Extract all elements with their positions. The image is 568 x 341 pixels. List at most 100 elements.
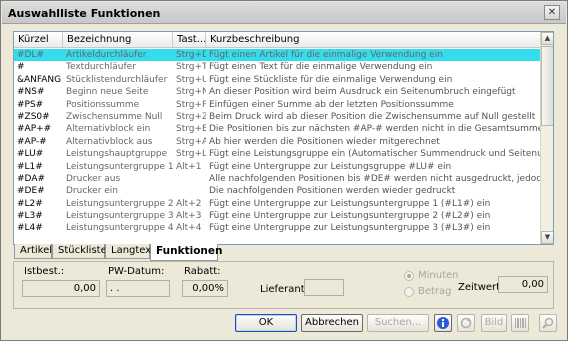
cell-bezeichnung: Leistungsuntergruppe 3	[66, 211, 173, 222]
cell-bezeichnung: Alternativblock ein	[66, 124, 151, 135]
cell-bezeichnung: Positionssumme	[66, 99, 140, 110]
info-panel: Istbest.: 0,00 PW-Datum: . . Rabatt: 0,0…	[13, 261, 554, 309]
rabatt-field: 0,00%	[182, 280, 228, 297]
column-header-kurzbeschreibung[interactable]: Kurzbeschreibung	[206, 32, 541, 48]
scroll-down-button[interactable]: ▼	[541, 231, 553, 244]
grid-header: Kürzel Bezeichnung Tast... Kurzbeschreib…	[14, 32, 541, 48]
tab-funktionen[interactable]: Funktionen	[150, 244, 223, 261]
suchen-button[interactable]: Suchen...	[367, 314, 429, 332]
column-header-taste[interactable]: Tast...	[173, 32, 206, 48]
istbest-field: 0,00	[22, 280, 100, 297]
close-button[interactable]: ✕	[544, 5, 560, 20]
close-icon: ✕	[547, 7, 557, 18]
cell-kurzbeschreibung: Beim Druck wird ab dieser Position die Z…	[209, 111, 536, 122]
zeitwert-field: 0,00	[498, 276, 548, 293]
bild-button[interactable]: Bild	[481, 314, 507, 332]
radio-betrag[interactable]: Betrag	[404, 285, 462, 299]
cell-kuerzel: #AP-#	[17, 136, 47, 147]
cell-taste: Alt+1	[176, 161, 202, 172]
table-row[interactable]: # Textdurchläufer Strg+T Fügt einen Text fü…	[14, 61, 541, 73]
radio-minuten-label: Minuten	[418, 270, 459, 281]
table-row[interactable]: &ANFANG Stücklistendurchläufer Strg+U Fügt …	[14, 74, 541, 86]
abbrechen-button[interactable]: Abbrechen	[301, 314, 363, 332]
cell-kuerzel: #L1#	[17, 161, 43, 172]
radio-unselected-icon	[404, 287, 414, 297]
cell-taste: Strg+U	[176, 74, 206, 85]
cell-kuerzel: #AP+#	[17, 124, 52, 135]
dialog-window: Auswahlliste Funktionen ✕ Kürzel Bezeich…	[0, 0, 568, 341]
table-row[interactable]: #AP+# Alternativblock ein Strg+E Die Positi…	[14, 123, 541, 135]
istbest-label: Istbest.:	[24, 266, 65, 277]
cell-taste: Strg+N	[176, 87, 206, 98]
table-row[interactable]: #NS# Beginn neue Seite Strg+N An dieser Pos…	[14, 86, 541, 98]
column-header-kuerzel[interactable]: Kürzel	[14, 32, 63, 48]
cell-taste	[173, 173, 206, 185]
table-row[interactable]: #DA# Drucker aus Alle nachfolgenden Positi…	[14, 173, 541, 185]
cell-kuerzel: #LU#	[17, 149, 44, 160]
cell-bezeichnung: Drucker aus	[66, 173, 121, 184]
table-row[interactable]: #LU# Leistungshauptgruppe Strg+L Fügt eine …	[14, 148, 541, 160]
table-row[interactable]: #L2# Leistungsuntergruppe 2 Alt+2 Fügt eine…	[14, 198, 541, 210]
cell-taste	[173, 185, 206, 197]
table-row[interactable]: #L3# Leistungsuntergruppe 3 Alt+3 Fügt eine…	[14, 210, 541, 222]
cell-kurzbeschreibung: Alle nachfolgenden Positionen bis #DE# w…	[209, 173, 541, 184]
cell-taste: Strg+L	[176, 149, 206, 160]
table-row[interactable]: #L1# Leistungsuntergruppe 1 Alt+1 Fügt eine…	[14, 161, 541, 173]
rabatt-label: Rabatt:	[184, 266, 221, 277]
cell-kuerzel: #DA#	[17, 173, 46, 184]
cell-kurzbeschreibung: Fügt einen Artikel für die einmalige Ver…	[209, 50, 443, 60]
cell-bezeichnung: Artikeldurchläufer	[66, 50, 147, 60]
table-row[interactable]: #ZS0# Zwischensumme Null Strg+Z Beim Druck …	[14, 111, 541, 123]
cell-kuerzel: #NS#	[17, 87, 45, 98]
lieferant-label: Lieferant:	[260, 284, 309, 295]
cell-kurzbeschreibung: Ab hier werden die Positionen wieder mit…	[209, 136, 440, 147]
info-button[interactable]	[434, 314, 452, 332]
pwdatum-field: . .	[106, 280, 170, 297]
cell-bezeichnung: Zwischensumme Null	[66, 111, 163, 122]
cell-kuerzel: #L2#	[17, 198, 43, 209]
window-title: Auswahlliste Funktionen	[8, 7, 161, 20]
scroll-thumb[interactable]	[541, 46, 553, 126]
cell-bezeichnung: Alternativblock aus	[66, 136, 153, 147]
cell-bezeichnung: Leistungsuntergruppe 2	[66, 198, 173, 209]
table-row[interactable]: #PS# Positionssumme Strg+P Einfügen einer S…	[14, 99, 541, 111]
cell-kurzbeschreibung: Fügt eine Untergruppe zur Leistungsgrupp…	[209, 161, 452, 172]
table-row[interactable]: #AP-# Alternativblock aus Strg+A Ab hier we…	[14, 136, 541, 148]
cell-kuerzel: #DE#	[17, 186, 45, 197]
zeitwert-label: Zeitwert:	[458, 282, 504, 293]
barcode-button[interactable]	[511, 314, 529, 332]
vertical-scrollbar[interactable]: ▲ ▼	[540, 32, 553, 244]
refresh-icon	[460, 317, 472, 329]
cell-kurzbeschreibung: Fügt eine Untergruppe zur Leistungsunter…	[209, 211, 491, 222]
table-row[interactable]: #DE# Drucker ein Die nachfolgenden Positio…	[14, 185, 541, 197]
tab-artikel[interactable]: Artikel	[14, 244, 52, 259]
table-row[interactable]: #L4# Leistungsuntergruppe 4 Alt+4 Fügt eine…	[14, 222, 541, 234]
cell-bezeichnung: Drucker ein	[66, 186, 119, 197]
radio-betrag-label: Betrag	[418, 286, 452, 297]
cell-taste: Strg+E	[176, 124, 206, 135]
column-header-bezeichnung[interactable]: Bezeichnung	[63, 32, 173, 48]
search-tool-button[interactable]	[539, 314, 557, 332]
cell-bezeichnung: Leistungsuntergruppe 1	[66, 161, 173, 172]
tab-stuecklisten[interactable]: Stücklisten	[52, 244, 113, 259]
scroll-up-button[interactable]: ▲	[541, 32, 553, 45]
radio-minuten[interactable]: Minuten	[404, 269, 462, 283]
ok-button[interactable]: OK	[235, 314, 297, 332]
refresh-button[interactable]	[457, 314, 475, 332]
info-icon	[437, 317, 449, 329]
radio-selected-icon	[404, 271, 414, 281]
arrow-down-icon: ▼	[544, 233, 551, 241]
barcode-icon	[515, 318, 526, 328]
magnifier-icon	[542, 317, 554, 329]
cell-kurzbeschreibung: Fügt eine Stückliste für die einmalige V…	[209, 74, 453, 85]
cell-kurzbeschreibung: Fügt eine Leistungsgruppe ein (Automatis…	[209, 149, 541, 160]
grid-rows: #DL# Artikeldurchläufer Strg+D Fügt einen A…	[14, 49, 541, 235]
functions-grid[interactable]: Kürzel Bezeichnung Tast... Kurzbeschreib…	[13, 31, 554, 245]
cell-kurzbeschreibung: Fügt einen Text für die einmalige Verwen…	[209, 62, 433, 73]
cell-bezeichnung: Textdurchläufer	[66, 62, 136, 73]
cell-kuerzel: #	[17, 62, 25, 73]
cell-kuerzel: #L3#	[17, 211, 43, 222]
cell-kuerzel: #L4#	[17, 223, 43, 234]
table-row[interactable]: #DL# Artikeldurchläufer Strg+D Fügt einen A…	[14, 49, 541, 62]
tab-langtext[interactable]: Langtext	[105, 244, 155, 259]
